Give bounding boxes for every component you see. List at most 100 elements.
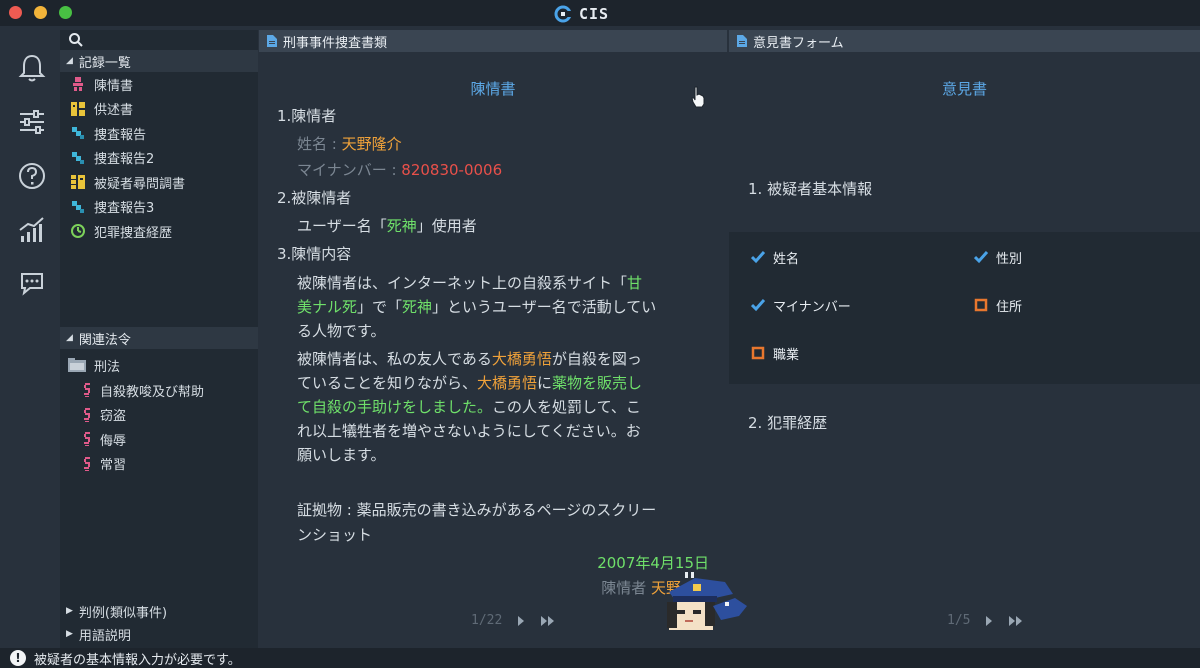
checkmark-icon: [751, 251, 765, 264]
text-span: 」というユーザー名で活動してい: [432, 298, 657, 316]
friend-name-highlight[interactable]: 大橋勇悟: [492, 350, 552, 368]
law-item-habitual[interactable]: 常習: [60, 452, 258, 477]
records-section-header[interactable]: ◢ 記録一覧: [60, 50, 258, 72]
last-page-icon[interactable]: [540, 615, 556, 627]
section-heading: 3.陳情内容: [277, 245, 352, 263]
document-icon: [267, 35, 277, 47]
drug-sale-highlight[interactable]: 薬物を販売し: [552, 374, 642, 392]
sliders-icon[interactable]: [16, 106, 48, 138]
document-icon: [737, 35, 747, 47]
text-span: 」で「: [357, 298, 403, 316]
maximize-window-button[interactable]: [59, 6, 72, 19]
precedents-section-header[interactable]: ▶ 判例(類似事件): [60, 600, 258, 622]
law-item-theft[interactable]: 窃盗: [60, 403, 258, 428]
close-window-button[interactable]: [9, 6, 22, 19]
law-item-label: 侮辱: [100, 433, 127, 449]
record-item-report-2[interactable]: 捜査報告2: [60, 146, 258, 171]
record-item-label: 捜査報告3: [94, 201, 155, 217]
text-span: 被陳情者は、インターネット上の自殺系サイト「: [297, 274, 628, 292]
record-item-label: 被疑者尋問調書: [94, 176, 186, 192]
minimize-window-button[interactable]: [34, 6, 47, 19]
text-span: ていることを知りながら、: [297, 374, 478, 392]
document-body: 陳情書 1.陳情者 姓名 : 天野隆介 マイナンバー : 820830-0006…: [259, 52, 727, 648]
drug-sale-highlight[interactable]: て自殺の手助けをしました。: [297, 398, 492, 416]
text-span: ユーザー名「: [297, 217, 387, 235]
section-sign-icon: [84, 383, 90, 398]
record-item-interrogation[interactable]: 被疑者尋問調書: [60, 170, 258, 195]
record-item-label: 陳情書: [94, 78, 134, 94]
petition-text-line: る人物です。: [297, 322, 386, 340]
checkbox-name[interactable]: 姓名: [741, 242, 810, 272]
glossary-section-header[interactable]: ▶ 用語説明: [60, 623, 258, 645]
record-item-criminal-history[interactable]: 犯罪捜査経歴: [60, 219, 258, 244]
help-icon[interactable]: [16, 160, 48, 192]
checkbox-label: 姓名: [773, 251, 800, 267]
petition-text-line: 美ナル死」で「死神」というユーザー名で活動してい: [297, 295, 656, 319]
petitioner-name[interactable]: 天野隆介: [342, 135, 402, 153]
law-folder-criminal-code[interactable]: 刑法: [60, 352, 258, 378]
next-page-icon[interactable]: [984, 615, 994, 627]
record-item-label: 捜査報告: [94, 127, 147, 143]
checkmark-icon: [751, 299, 765, 312]
record-list: 陳情書 供述書 捜査報告 捜査報告2 被疑者尋問調書 捜査報告3 犯罪捜査経歴: [60, 72, 258, 244]
site-name-highlight[interactable]: 美ナル死: [297, 298, 357, 316]
record-item-report-1[interactable]: 捜査報告: [60, 121, 258, 146]
records-header-label: 記録一覧: [78, 55, 131, 71]
next-page-icon[interactable]: [516, 615, 526, 627]
empty-box-icon: [974, 298, 988, 312]
precedents-header-label: 判例(類似事件): [78, 605, 168, 621]
record-item-deposition[interactable]: 供述書: [60, 97, 258, 122]
law-folder-label: 刑法: [94, 359, 121, 375]
laws-section-header[interactable]: ◢ 関連法令: [60, 327, 258, 349]
folder-icon: [68, 358, 86, 372]
text-span: この人を処罰して、こ: [492, 398, 641, 416]
section-heading: 1.陳情者: [277, 107, 337, 125]
form-section-heading: 2. 犯罪経歴: [748, 414, 828, 432]
username-shinigami[interactable]: 死神: [402, 298, 432, 316]
laws-header-label: 関連法令: [78, 332, 131, 348]
checkbox-mynumber[interactable]: マイナンバー: [741, 290, 861, 320]
text-span: に: [537, 374, 553, 392]
username-shinigami[interactable]: 死神: [387, 217, 417, 235]
stats-chart-icon[interactable]: [16, 214, 48, 246]
petition-text-line: れ以上犠牲者を増やさないようにしてください。お: [297, 422, 641, 440]
empty-box-icon: [751, 346, 765, 360]
warning-icon: !: [10, 650, 26, 666]
text-span: が自殺を図っ: [551, 350, 642, 368]
record-item-report-3[interactable]: 捜査報告3: [60, 195, 258, 220]
petition-text-line: 願いします。: [297, 446, 386, 464]
section-heading: 2.被陳情者: [277, 189, 352, 207]
section-sign-icon: [84, 456, 90, 471]
chat-icon[interactable]: [16, 268, 48, 300]
checkbox-address[interactable]: 住所: [964, 290, 1033, 320]
opinion-form-panel: 意見書フォーム 意見書 1. 被疑者基本情報 姓名 性別 マイナンバー 住所 職…: [729, 30, 1200, 648]
record-item-petition[interactable]: 陳情書: [60, 72, 258, 97]
document-panel-header: 刑事事件捜査書類: [259, 30, 727, 52]
search-icon[interactable]: [68, 32, 84, 48]
field-label: マイナンバー :: [297, 161, 402, 179]
search-row[interactable]: [60, 30, 258, 50]
police-badge-icon: [554, 5, 575, 23]
suspect-info-checklist: 姓名 性別 マイナンバー 住所 職業: [729, 232, 1200, 384]
person-icon: [73, 77, 83, 92]
last-page-icon[interactable]: [1008, 615, 1024, 627]
record-item-label: 犯罪捜査経歴: [94, 225, 173, 241]
subject-username-line: ユーザー名「死神」使用者: [297, 214, 477, 238]
law-item-suicide-assistance[interactable]: 自殺教唆及び幇助: [60, 378, 258, 403]
friend-name-highlight[interactable]: 大橋勇悟: [477, 374, 537, 392]
bell-icon[interactable]: [16, 52, 48, 84]
checkbox-gender[interactable]: 性別: [964, 242, 1033, 272]
petitioner-mynumber[interactable]: 820830-0006: [401, 161, 502, 179]
checkmark-icon: [974, 251, 988, 264]
evidence-line: ンショット: [297, 526, 373, 544]
record-item-label: 捜査報告2: [94, 152, 155, 168]
checkbox-occupation[interactable]: 職業: [741, 338, 810, 368]
document-pager: 1/22: [471, 613, 556, 628]
law-item-label: 常習: [100, 458, 127, 474]
site-name-highlight[interactable]: 甘: [627, 274, 642, 292]
hand-cursor-icon: [691, 86, 705, 108]
law-item-insult[interactable]: 侮辱: [60, 427, 258, 452]
petition-text-line: 被陳情者は、私の友人である大橋勇悟が自殺を図っ: [297, 347, 642, 371]
petition-text-line: 被陳情者は、インターネット上の自殺系サイト「甘: [297, 271, 642, 295]
petitioner-mynumber-row: マイナンバー : 820830-0006: [297, 158, 502, 182]
